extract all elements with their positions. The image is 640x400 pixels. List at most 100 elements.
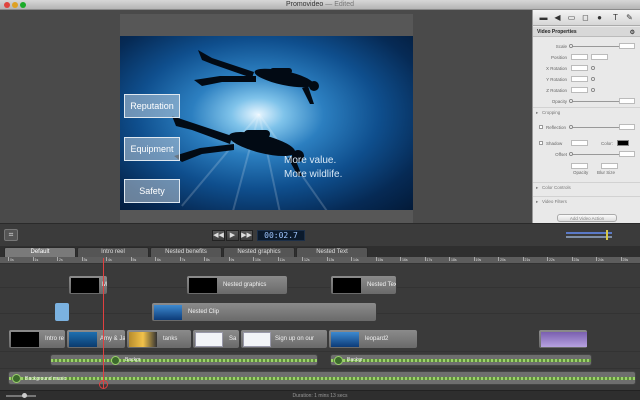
offset-field[interactable]	[619, 151, 635, 157]
ruler-label: 16s	[402, 258, 408, 262]
add-video-action-button[interactable]: Add Video Action	[557, 214, 617, 222]
tab-intro-reel[interactable]: Intro reel	[77, 247, 149, 257]
timecode-display[interactable]: 00:02.7	[257, 230, 305, 241]
document-name: Promovideo	[285, 1, 324, 8]
tab-nested-graphics[interactable]: Nested graphics	[223, 247, 295, 257]
fast-forward-button[interactable]: ▶▶	[240, 230, 253, 241]
play-button[interactable]: ▶	[226, 230, 239, 241]
equipment-label: Equipment	[130, 144, 174, 154]
diver-silhouette-top	[194, 50, 319, 104]
offset-slider-knob[interactable]	[569, 152, 573, 156]
inspector-title: Video Properties ⚙	[533, 27, 640, 37]
ruler-tick	[106, 257, 107, 261]
scale-slider-knob[interactable]	[569, 44, 573, 48]
opacity-field[interactable]	[619, 98, 635, 104]
reflection-row: Reflection	[533, 123, 640, 132]
audio-clip-backgr[interactable]: Backgr	[50, 354, 318, 366]
clip-label: leopard2	[365, 336, 389, 342]
canvas-inspector-icon[interactable]: ▬	[539, 13, 548, 22]
opacity-row: Opacity	[533, 97, 640, 106]
clip-thumbnail	[243, 332, 271, 347]
screen-inspector-icon[interactable]: ▭	[567, 13, 576, 22]
playhead-handle[interactable]	[99, 380, 108, 389]
z-rotation-row: Z Rotation	[533, 86, 640, 95]
color-controls-label: Color Controls	[542, 185, 571, 190]
audio-clip-label: Backgr	[125, 357, 141, 363]
x-rotation-dial[interactable]	[591, 66, 595, 70]
ruler-label: 6s	[157, 258, 161, 262]
speaker-icon	[334, 356, 343, 365]
clip-sign-up[interactable]: Sign up on our	[240, 329, 328, 349]
audio-clip-backgr-2[interactable]: Backgr	[330, 354, 592, 366]
annotation-inspector-icon[interactable]: ✎	[625, 13, 634, 22]
rewind-button[interactable]: ◀◀	[212, 230, 225, 241]
position-y-field[interactable]	[591, 54, 608, 60]
scale-field[interactable]	[619, 43, 635, 49]
shadow-checkbox[interactable]	[539, 141, 543, 145]
speaker-icon	[111, 356, 120, 365]
ruler-tick	[32, 257, 34, 261]
audio-clip-label: Background music	[25, 376, 67, 382]
clip-leopard[interactable]: leopard2	[328, 329, 418, 349]
clip-nested-graphics[interactable]: Nested graphics	[186, 275, 288, 295]
safety-button[interactable]: Safety	[124, 179, 180, 203]
clip-amy[interactable]: Amy & Ja	[66, 329, 126, 349]
clip-sa[interactable]: Sa	[192, 329, 240, 349]
reflection-slider-knob[interactable]	[569, 125, 573, 129]
z-rotation-field[interactable]	[571, 87, 588, 93]
shadow-field[interactable]	[571, 140, 588, 146]
clip-label: Sign up on our	[275, 336, 315, 342]
record-inspector-icon[interactable]: ●	[595, 13, 604, 22]
color-controls-section[interactable]: Color Controls	[533, 182, 640, 192]
cropping-section[interactable]: Cropping	[533, 107, 640, 117]
y-rotation-field[interactable]	[571, 76, 588, 82]
ruler-tick	[326, 257, 328, 261]
clip-ending[interactable]	[538, 329, 588, 349]
ruler-label: 3s	[83, 258, 88, 262]
speaker-inspector-icon[interactable]: ◀	[553, 13, 562, 22]
video-canvas[interactable]: Reputation Equipment Safety More value. …	[120, 36, 413, 210]
duration-text: Duration: 1 mins 13 secs	[292, 393, 348, 399]
track-divider	[0, 368, 640, 369]
clip-thumbnail	[541, 332, 587, 347]
video-filters-section[interactable]: Video Filters	[533, 196, 640, 206]
clip-thumbnail	[333, 278, 361, 293]
clip-m[interactable]: M	[68, 275, 108, 295]
tab-default[interactable]: Default	[4, 247, 76, 257]
playhead[interactable]	[103, 258, 104, 388]
clip-thumbnail	[69, 332, 97, 347]
reflection-label: Reflection	[546, 125, 567, 130]
opacity-slider-knob[interactable]	[569, 99, 573, 103]
reputation-button[interactable]: Reputation	[124, 94, 180, 118]
ruler-label: 14s	[353, 258, 359, 262]
clip-nested-text[interactable]: Nested Tex	[330, 275, 397, 295]
clip-image[interactable]	[54, 302, 70, 322]
clip-thumbnail	[11, 332, 39, 347]
gear-icon[interactable]: ⚙	[630, 28, 635, 38]
y-rotation-dial[interactable]	[591, 77, 595, 81]
x-rotation-field[interactable]	[571, 65, 588, 71]
reflection-field[interactable]	[619, 124, 635, 130]
crop-tool-icon[interactable]: ⌗	[4, 229, 18, 241]
canvas-area: Reputation Equipment Safety More value. …	[0, 10, 532, 234]
caption-line: More wildlife.	[284, 169, 343, 180]
shadow-color-well[interactable]	[617, 140, 629, 146]
ruler-tick	[473, 257, 475, 261]
offset-row: Offset	[533, 150, 640, 159]
clip-nested-clip[interactable]: Nested Clip	[151, 302, 377, 322]
ruler-tick	[302, 257, 303, 261]
clip-intro[interactable]: Intro re	[8, 329, 66, 349]
tab-nested-benefits[interactable]: Nested benefits	[150, 247, 222, 257]
clip-thumbnail	[154, 305, 182, 320]
text-inspector-icon[interactable]: T	[611, 13, 620, 22]
reflection-checkbox[interactable]	[539, 125, 543, 129]
position-x-field[interactable]	[571, 54, 588, 60]
chat-inspector-icon[interactable]: ◻	[581, 13, 590, 22]
equipment-button[interactable]: Equipment	[124, 137, 180, 161]
timeline-ruler[interactable]: 0s 1s 2s 3s 4s 5s 6s 7s 8s 9s 10s 11s 12s 13s 14s 15s 16…	[0, 257, 640, 264]
ruler-tick	[351, 257, 352, 261]
tab-nested-text[interactable]: Nested Text	[296, 247, 368, 257]
z-rotation-dial[interactable]	[591, 88, 595, 92]
clip-tanks[interactable]: tanks	[126, 329, 192, 349]
ruler-label: 22s	[549, 258, 555, 262]
